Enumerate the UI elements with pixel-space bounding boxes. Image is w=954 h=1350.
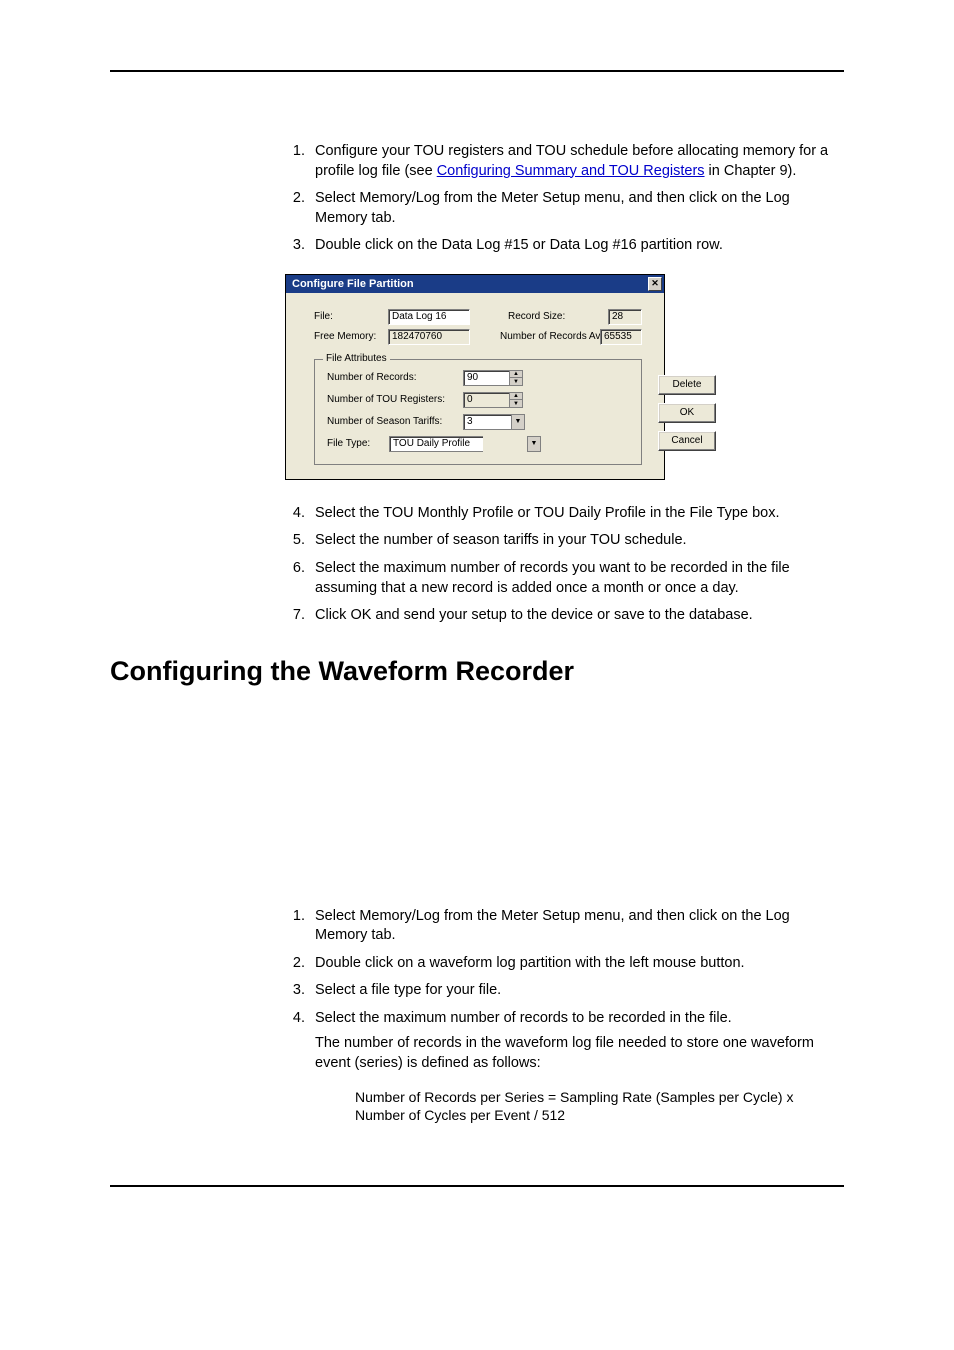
delete-button[interactable]: Delete xyxy=(658,375,716,395)
file-type-dropdown[interactable]: TOU Daily Profile xyxy=(389,436,483,452)
file-label: File: xyxy=(314,311,380,322)
num-records-avail-field: 65535 xyxy=(600,329,642,345)
close-icon[interactable]: ✕ xyxy=(648,277,662,291)
step-b4: Select the TOU Monthly Profile or TOU Da… xyxy=(309,504,845,524)
file-attributes-group: File Attributes Number of Records: ▲▼ Nu… xyxy=(314,359,642,465)
num-records-input[interactable] xyxy=(463,370,509,386)
spinner-up-icon[interactable]: ▲ xyxy=(510,371,522,379)
link-config-summary-tou[interactable]: Configuring Summary and TOU Registers xyxy=(437,163,705,179)
file-field[interactable]: Data Log 16 xyxy=(388,309,470,325)
step-b5: Select the number of season tariffs in y… xyxy=(309,531,845,551)
num-records-label: Number of Records: xyxy=(327,372,457,383)
step-b6: Select the maximum number of records you… xyxy=(309,559,845,598)
chevron-down-icon[interactable]: ▼ xyxy=(527,436,541,452)
dialog-button-column: Delete OK Cancel xyxy=(658,375,716,451)
step-c1: Select Memory/Log from the Meter Setup m… xyxy=(309,907,845,946)
heading-configuring-waveform-recorder: Configuring the Waveform Recorder xyxy=(110,656,844,687)
dialog-titlebar: Configure File Partition ✕ xyxy=(286,275,664,293)
file-attributes-legend: File Attributes xyxy=(323,353,390,364)
cancel-button[interactable]: Cancel xyxy=(658,431,716,451)
step-c4a: Select the maximum number of records to … xyxy=(315,1010,732,1026)
body-text-placeholder xyxy=(110,717,844,907)
file-type-value: TOU Daily Profile xyxy=(389,436,483,452)
steps-block-b: Select the TOU Monthly Profile or TOU Da… xyxy=(285,504,845,626)
num-season-tariffs-dropdown[interactable]: 3 ▼ xyxy=(463,414,525,430)
num-tou-registers-input xyxy=(463,392,509,408)
page: Configure your TOU registers and TOU sch… xyxy=(0,0,954,1247)
step-a1-text-b: in Chapter 9). xyxy=(705,163,797,179)
formula-records-per-series: Number of Records per Series = Sampling … xyxy=(355,1088,845,1126)
num-season-tariffs-label: Number of Season Tariffs: xyxy=(327,416,457,427)
ok-button[interactable]: OK xyxy=(658,403,716,423)
num-tou-registers-label: Number of TOU Registers: xyxy=(327,394,457,405)
step-c4b: The number of records in the waveform lo… xyxy=(315,1034,845,1073)
dialog-title: Configure File Partition xyxy=(292,278,414,290)
step-a2: Select Memory/Log from the Meter Setup m… xyxy=(309,189,845,228)
num-records-spinner[interactable]: ▲▼ xyxy=(463,370,523,386)
file-type-arrow-wrap[interactable]: ▼ xyxy=(527,436,541,452)
spinner-down-icon[interactable]: ▼ xyxy=(510,400,522,407)
step-c4: Select the maximum number of records to … xyxy=(309,1009,845,1125)
step-a3: Double click on the Data Log #15 or Data… xyxy=(309,236,845,256)
header-rule xyxy=(110,70,844,72)
step-a1: Configure your TOU registers and TOU sch… xyxy=(309,142,845,181)
steps-block-a: Configure your TOU registers and TOU sch… xyxy=(285,142,845,256)
num-tou-registers-spinner[interactable]: ▲▼ xyxy=(463,392,523,408)
file-type-label: File Type: xyxy=(327,438,383,449)
num-season-tariffs-value: 3 xyxy=(463,414,511,430)
spinner-up-icon[interactable]: ▲ xyxy=(510,393,522,401)
free-memory-label: Free Memory: xyxy=(314,331,380,342)
spinner-down-icon[interactable]: ▼ xyxy=(510,378,522,385)
step-c2: Double click on a waveform log partition… xyxy=(309,954,845,974)
chevron-down-icon[interactable]: ▼ xyxy=(511,414,525,430)
steps-block-c: Select Memory/Log from the Meter Setup m… xyxy=(285,907,845,1126)
step-b7: Click OK and send your setup to the devi… xyxy=(309,606,845,626)
dialog-configure-file-partition: Configure File Partition ✕ File: Data Lo… xyxy=(285,274,665,480)
footer-rule xyxy=(110,1185,844,1187)
num-records-avail-label: Number of Records Available: xyxy=(500,331,592,342)
record-size-label: Record Size: xyxy=(508,311,600,322)
step-c3: Select a file type for your file. xyxy=(309,981,845,1001)
free-memory-field: 182470760 xyxy=(388,329,470,345)
record-size-field: 28 xyxy=(608,309,642,325)
